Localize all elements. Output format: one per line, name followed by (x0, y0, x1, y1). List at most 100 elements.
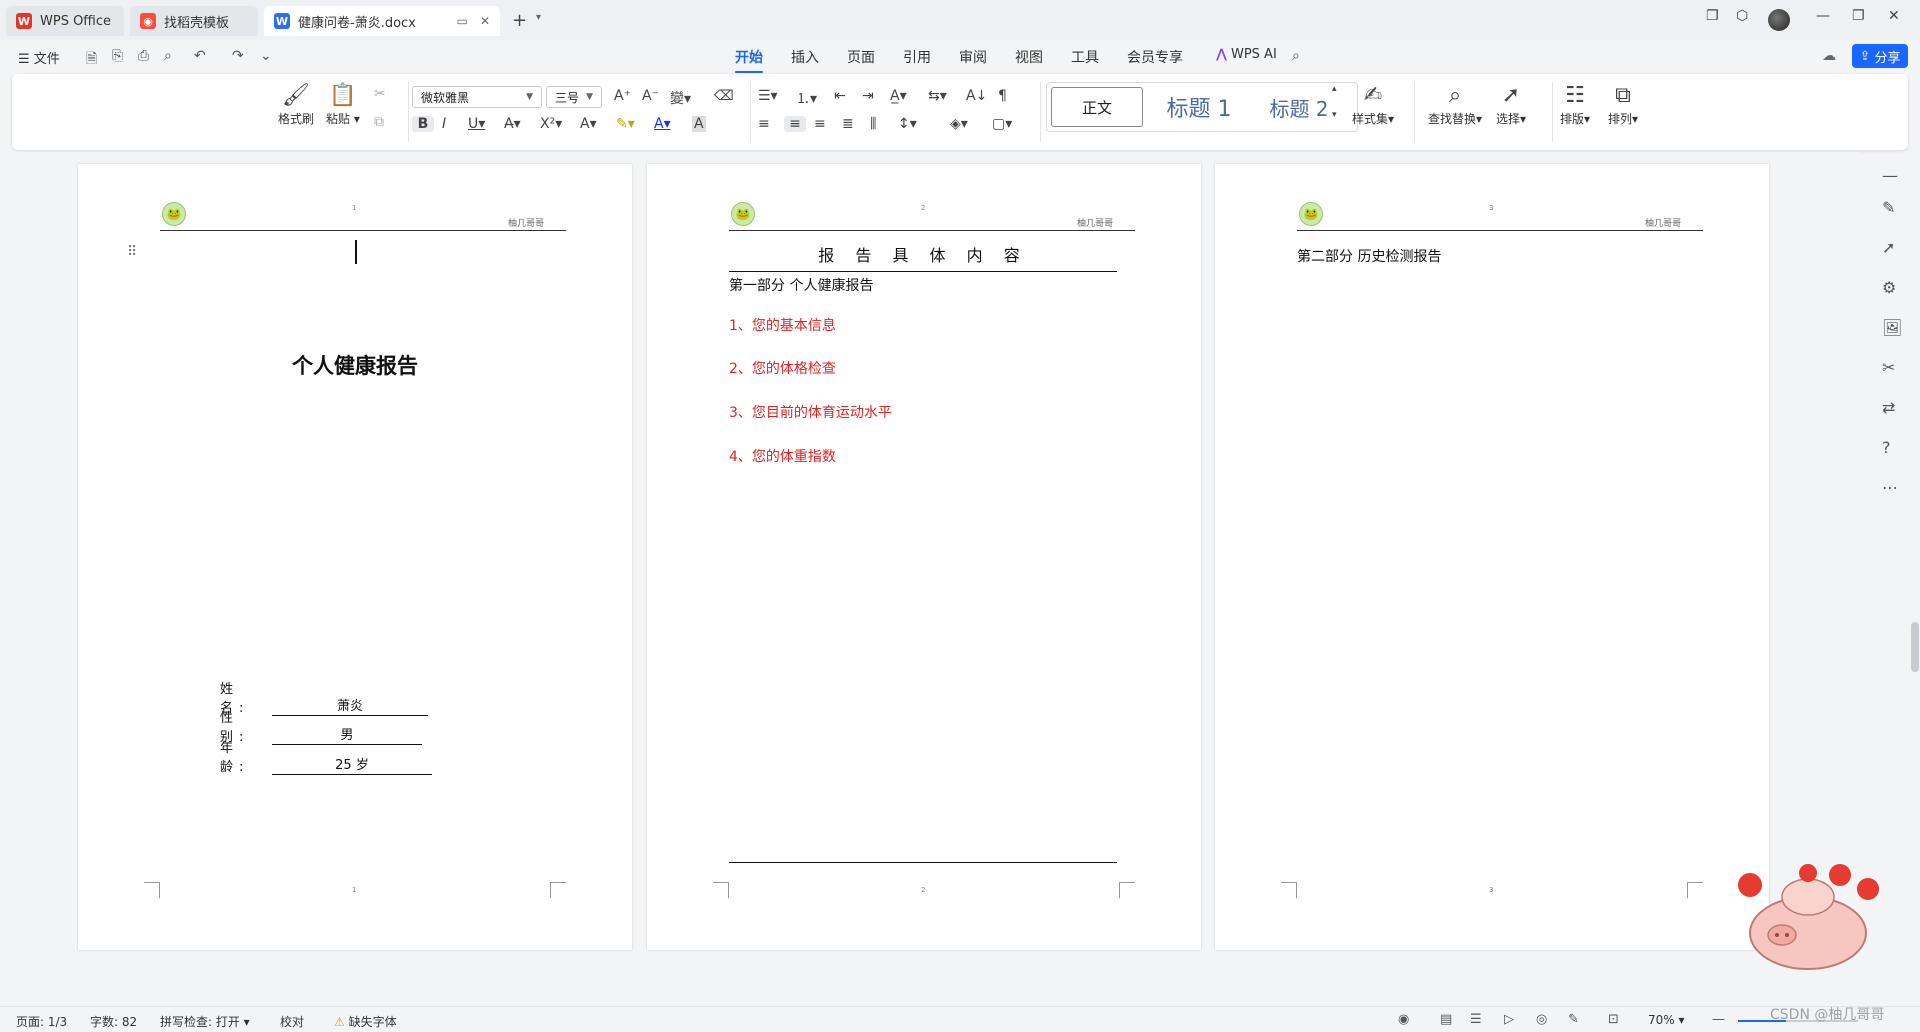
underline-icon[interactable]: U▾ (468, 116, 485, 132)
cut-icon[interactable]: ✂ (374, 86, 386, 102)
settings-sliders-icon[interactable]: ⚙ (1882, 278, 1896, 297)
font-size-select[interactable]: 三号 ▼ (546, 86, 602, 108)
proofread-button[interactable]: 校对 (280, 1013, 304, 1030)
align-right-icon[interactable]: ≡ (814, 116, 826, 132)
translate-icon[interactable]: ⇄ (1882, 398, 1895, 417)
share-button[interactable]: ⇪ 分享 (1852, 44, 1908, 68)
arrange-button[interactable]: ⧉ 排列▾ (1608, 82, 1638, 127)
close-icon[interactable]: ✕ (480, 14, 490, 28)
distribute-icon[interactable]: ⫼ (870, 116, 876, 132)
sort-icon[interactable]: A↓ (966, 88, 987, 104)
web-view-icon[interactable]: ◎ (1536, 1012, 1547, 1027)
text-effect-icon[interactable]: A▾ (580, 116, 597, 132)
numbered-list-icon[interactable]: ⒈▾ (796, 88, 817, 108)
chinese-layout-icon[interactable]: A̲▾ (890, 88, 907, 104)
superscript-icon[interactable]: X²▾ (540, 116, 562, 132)
page-indicator[interactable]: 页面: 1/3 (16, 1013, 67, 1030)
zoom-out-icon[interactable]: — (1712, 1012, 1725, 1027)
style-heading-1[interactable]: 标题 1 (1151, 87, 1247, 127)
char-shading-icon[interactable]: A (692, 116, 706, 132)
style-normal[interactable]: 正文 (1051, 87, 1143, 127)
word-count[interactable]: 字数: 82 (90, 1013, 137, 1030)
bold-icon[interactable]: B (412, 116, 434, 132)
tab-health-doc[interactable]: W 健康问卷-萧炎.docx ▭ ✕ (264, 6, 500, 36)
vertical-scrollbar-thumb[interactable] (1911, 622, 1919, 672)
tab-tools[interactable]: 工具 (1071, 47, 1099, 67)
align-center-icon[interactable]: ≡ (784, 116, 806, 132)
border-icon[interactable]: ▢▾ (992, 116, 1012, 132)
fit-page-icon[interactable]: ⊡ (1608, 1012, 1619, 1027)
help-icon[interactable]: ? (1882, 438, 1891, 457)
shrink-font-icon[interactable]: A⁻ (642, 88, 659, 104)
tab-wps-office[interactable]: W WPS Office (6, 6, 124, 36)
page-1[interactable]: 🐸 1 柚几哥哥 ⠿ 个人健康报告 姓 名: 萧炎 性 别: 男 年 龄: 25… (78, 164, 632, 950)
grow-font-icon[interactable]: A⁺ (614, 88, 631, 104)
find-replace-button[interactable]: ⌕ 查找替换▾ (1428, 82, 1482, 127)
chevron-down-icon[interactable]: ▾ (536, 12, 541, 23)
missing-font-button[interactable]: ⚠ 缺失字体 (334, 1013, 397, 1030)
line-spacing-icon[interactable]: ↕▾ (898, 116, 917, 132)
new-tab-icon[interactable]: + (512, 10, 527, 31)
export-icon[interactable]: ⎘ (112, 48, 123, 64)
select-tool-icon[interactable]: ➚ (1882, 238, 1895, 257)
layout-button[interactable]: ☷ 排版▾ (1560, 82, 1590, 127)
tab-references[interactable]: 引用 (903, 47, 931, 67)
play-icon[interactable]: ▷ (1504, 1012, 1514, 1027)
undo-icon[interactable]: ↶ (194, 48, 206, 64)
align-left-icon[interactable]: ≡ (758, 116, 770, 132)
more-icon[interactable]: ⋯ (1882, 478, 1898, 497)
paste-button[interactable]: 📋 粘贴 ▾ (326, 82, 360, 127)
tab-view[interactable]: 视图 (1015, 47, 1043, 67)
decrease-indent-icon[interactable]: ⇤ (834, 88, 846, 104)
zoom-level[interactable]: 70% ▾ (1648, 1013, 1685, 1027)
restore-icon[interactable]: ❐ (1852, 8, 1865, 24)
tab-docer-templates[interactable]: ◉ 找稻壳模板 (130, 6, 258, 36)
save-icon[interactable]: 🗎 (86, 48, 97, 72)
quick-access-dropdown-icon[interactable]: ⌄ (260, 48, 272, 64)
window-layout-icon[interactable]: ❐ (1706, 8, 1719, 24)
avatar[interactable] (1768, 9, 1790, 31)
strikethrough-icon[interactable]: A̶▾ (504, 116, 521, 132)
eye-protect-icon[interactable]: ◉ (1398, 1012, 1409, 1027)
highlight-icon[interactable]: ✎▾ (616, 116, 635, 132)
font-name-select[interactable]: 微软雅黑 ▼ (412, 86, 542, 108)
gallery-up-icon[interactable]: ▴ (1332, 84, 1337, 94)
spell-check-toggle[interactable]: 拼写检查: 打开 ▾ (160, 1013, 250, 1030)
justify-icon[interactable]: ≣ (842, 116, 854, 132)
clear-format-icon[interactable]: ⌫ (714, 88, 734, 104)
tab-member[interactable]: 会员专享 (1127, 47, 1183, 67)
tab-insert[interactable]: 插入 (791, 47, 819, 67)
print-icon[interactable]: ⎙ (138, 48, 149, 64)
text-direction-icon[interactable]: ⇆▾ (928, 88, 947, 104)
cube-icon[interactable]: ⬡ (1736, 8, 1748, 24)
italic-icon[interactable]: I (442, 116, 446, 132)
page-view-icon[interactable]: ▤ (1440, 1012, 1452, 1027)
style-set-button[interactable]: ✍ 样式集▾ (1352, 82, 1394, 127)
tools-icon[interactable]: ✂ (1882, 358, 1895, 377)
tab-monitor-icon[interactable]: ▭ (457, 14, 468, 28)
minimize-icon[interactable]: — (1816, 8, 1830, 24)
increase-indent-icon[interactable]: ⇥ (862, 88, 874, 104)
collapse-panel-icon[interactable]: — (1882, 166, 1898, 185)
show-marks-icon[interactable]: ¶ (998, 88, 1007, 104)
image-edit-icon[interactable]: 🖼 (1882, 318, 1902, 337)
search-icon[interactable]: ⌕ (1292, 48, 1300, 64)
format-painter-button[interactable]: 🖌 格式刷 (278, 82, 314, 127)
tab-review[interactable]: 审阅 (959, 47, 987, 67)
shading-icon[interactable]: ◈▾ (950, 116, 968, 132)
bullet-list-icon[interactable]: ☰▾ (758, 88, 778, 104)
font-color-icon[interactable]: A▾ (654, 116, 671, 132)
gallery-down-icon[interactable]: ▾ (1332, 110, 1337, 120)
page-3[interactable]: 🐸 3 柚几哥哥 第二部分 历史检测报告 3 (1215, 164, 1769, 950)
document-canvas[interactable]: 🐸 1 柚几哥哥 ⠿ 个人健康报告 姓 名: 萧炎 性 别: 男 年 龄: 25… (0, 152, 1860, 1012)
phonetic-guide-icon[interactable]: 變▾ (670, 88, 691, 108)
file-menu[interactable]: ☰ 文件 (18, 48, 60, 67)
outline-view-icon[interactable]: ☰ (1470, 1012, 1482, 1027)
window-close-icon[interactable]: ✕ (1888, 8, 1900, 24)
drag-handle-icon[interactable]: ⠿ (127, 244, 137, 260)
page-2[interactable]: 🐸 2 柚几哥哥 报 告 具 体 内 容 第一部分 个人健康报告 1、您的基本信… (647, 164, 1201, 950)
tab-home[interactable]: 开始 (735, 47, 763, 73)
pen-tool-icon[interactable]: ✎ (1882, 198, 1895, 217)
tab-page[interactable]: 页面 (847, 47, 875, 67)
redo-icon[interactable]: ↷ (232, 48, 244, 64)
